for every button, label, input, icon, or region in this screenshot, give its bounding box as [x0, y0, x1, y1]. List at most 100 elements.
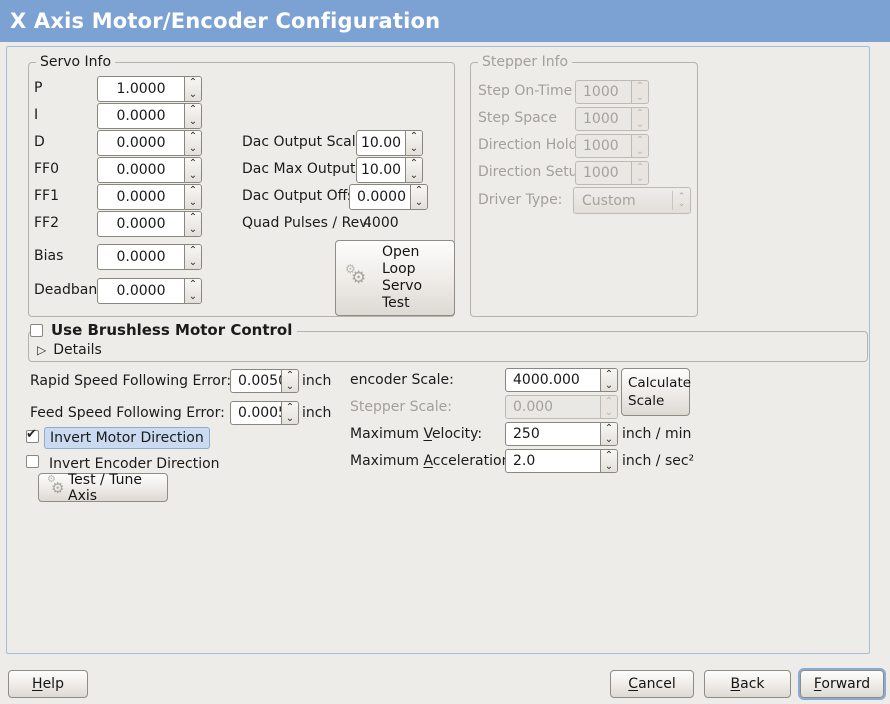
spin-up-icon[interactable]: ⌃ — [406, 158, 422, 170]
spin-down-icon[interactable]: ⌄ — [601, 461, 617, 472]
d-spinner[interactable]: ⌃⌄ — [184, 131, 201, 155]
use-brushless-label[interactable]: Use Brushless Motor Control — [51, 321, 292, 339]
maximum-velocity-spinner[interactable]: ⌃⌄ — [600, 423, 617, 445]
maximum-acceleration-spinbox[interactable]: ⌃⌄ — [505, 449, 618, 473]
details-label[interactable]: Details — [53, 342, 102, 358]
spin-down-icon[interactable]: ⌄ — [601, 434, 617, 445]
deadband-spinbox[interactable]: ⌃⌄ — [97, 278, 202, 304]
spin-up-icon[interactable]: ⌃ — [185, 212, 201, 224]
spin-down-icon[interactable]: ⌄ — [406, 170, 422, 182]
spin-up-icon[interactable]: ⌃ — [601, 369, 617, 380]
encoder-scale-input[interactable] — [506, 369, 600, 391]
feed-following-error-spinbox[interactable]: ⌃⌄ — [230, 401, 299, 425]
feed-following-error-spinner[interactable]: ⌃⌄ — [281, 402, 298, 424]
back-button[interactable]: Back — [704, 670, 791, 698]
dac-max-output-input[interactable] — [357, 158, 405, 182]
ff2-input[interactable] — [98, 212, 184, 236]
dac-output-offset-input[interactable] — [350, 185, 410, 209]
forward-button[interactable]: Forward — [800, 670, 884, 698]
invert-encoder-checkbox[interactable] — [26, 455, 39, 468]
spin-up-icon[interactable]: ⌃ — [601, 450, 617, 461]
test-tune-axis-label: Test / Tune Axis — [68, 472, 167, 504]
dac-output-offset-spinner[interactable]: ⌃⌄ — [410, 185, 427, 209]
i-spinner[interactable]: ⌃⌄ — [184, 104, 201, 128]
d-spinbox[interactable]: ⌃⌄ — [97, 130, 202, 156]
ff2-spinner[interactable]: ⌃⌄ — [184, 212, 201, 236]
spin-down-icon[interactable]: ⌄ — [185, 197, 201, 209]
spin-down-icon[interactable]: ⌄ — [185, 291, 201, 303]
p-input[interactable] — [98, 77, 184, 101]
p-spinner[interactable]: ⌃⌄ — [184, 77, 201, 101]
spin-up-icon[interactable]: ⌃ — [185, 279, 201, 291]
spin-down-icon[interactable]: ⌄ — [185, 116, 201, 128]
invert-motor-label[interactable]: Invert Motor Direction — [44, 427, 210, 449]
dac-output-scale-spinbox[interactable]: ⌃⌄ — [356, 130, 423, 156]
spin-up-icon[interactable]: ⌃ — [282, 370, 298, 381]
spin-up-icon[interactable]: ⌃ — [185, 131, 201, 143]
rapid-following-error-spinbox[interactable]: ⌃⌄ — [230, 369, 299, 393]
spin-up-icon[interactable]: ⌃ — [185, 158, 201, 170]
spin-down-icon[interactable]: ⌄ — [406, 143, 422, 155]
calculate-scale-button[interactable]: Calculate Scale — [621, 368, 690, 416]
spin-down-icon[interactable]: ⌄ — [282, 413, 298, 424]
encoder-scale-spinbox[interactable]: ⌃⌄ — [505, 368, 618, 392]
ff0-input[interactable] — [98, 158, 184, 182]
ff1-input[interactable] — [98, 185, 184, 209]
spin-up-icon[interactable]: ⌃ — [185, 245, 201, 257]
spin-down-icon[interactable]: ⌄ — [411, 197, 427, 209]
use-brushless-checkbox-row[interactable]: Use Brushless Motor Control — [30, 321, 297, 339]
ff1-spinner[interactable]: ⌃⌄ — [184, 185, 201, 209]
dac-output-scale-spinner[interactable]: ⌃⌄ — [405, 131, 422, 155]
invert-encoder-label[interactable]: Invert Encoder Direction — [49, 456, 220, 473]
ff1-spinbox[interactable]: ⌃⌄ — [97, 184, 202, 210]
deadband-input[interactable] — [98, 279, 184, 303]
invert-motor-checkbox[interactable]: ✔ — [26, 430, 39, 443]
bias-spinbox[interactable]: ⌃⌄ — [97, 244, 202, 270]
cancel-button[interactable]: Cancel — [610, 670, 694, 698]
details-expander[interactable]: ▷ Details — [37, 342, 102, 358]
dac-max-output-spinner[interactable]: ⌃⌄ — [405, 158, 422, 182]
ff2-spinbox[interactable]: ⌃⌄ — [97, 211, 202, 237]
use-brushless-checkbox[interactable] — [30, 324, 43, 337]
spin-down-icon: ⌄ — [632, 119, 648, 130]
ff0-spinner[interactable]: ⌃⌄ — [184, 158, 201, 182]
maximum-acceleration-input[interactable] — [506, 450, 600, 472]
ff0-spinbox[interactable]: ⌃⌄ — [97, 157, 202, 183]
spin-down-icon[interactable]: ⌄ — [185, 170, 201, 182]
spin-up-icon[interactable]: ⌃ — [601, 423, 617, 434]
label-maximum-velocity: Maximum Velocity: — [350, 426, 482, 443]
spin-down-icon[interactable]: ⌄ — [185, 224, 201, 236]
spin-down-icon[interactable]: ⌄ — [282, 381, 298, 392]
rapid-following-error-input[interactable] — [231, 370, 281, 392]
bias-spinner[interactable]: ⌃⌄ — [184, 245, 201, 269]
spin-down-icon[interactable]: ⌄ — [185, 89, 201, 101]
deadband-spinner[interactable]: ⌃⌄ — [184, 279, 201, 303]
maximum-velocity-input[interactable] — [506, 423, 600, 445]
maximum-acceleration-spinner[interactable]: ⌃⌄ — [600, 450, 617, 472]
spin-down-icon[interactable]: ⌄ — [185, 257, 201, 269]
i-spinbox[interactable]: ⌃⌄ — [97, 103, 202, 129]
i-input[interactable] — [98, 104, 184, 128]
spin-up-icon[interactable]: ⌃ — [411, 185, 427, 197]
spin-down-icon[interactable]: ⌄ — [601, 380, 617, 391]
spin-down-icon[interactable]: ⌄ — [185, 143, 201, 155]
spin-up-icon[interactable]: ⌃ — [185, 104, 201, 116]
test-tune-axis-button[interactable]: ⚙⚙ Test / Tune Axis — [38, 473, 168, 502]
encoder-scale-spinner[interactable]: ⌃⌄ — [600, 369, 617, 391]
d-input[interactable] — [98, 131, 184, 155]
dac-output-scale-input[interactable] — [357, 131, 405, 155]
help-button[interactable]: Help — [8, 670, 88, 698]
dac-output-offset-spinbox[interactable]: ⌃⌄ — [349, 184, 428, 210]
rapid-following-error-spinner[interactable]: ⌃⌄ — [281, 370, 298, 392]
bias-input[interactable] — [98, 245, 184, 269]
spin-up-icon[interactable]: ⌃ — [185, 77, 201, 89]
open-loop-servo-test-button[interactable]: ⚙⚙ Open Loop Servo Test — [335, 240, 455, 316]
spin-up-icon[interactable]: ⌃ — [282, 402, 298, 413]
dac-max-output-spinbox[interactable]: ⌃⌄ — [356, 157, 423, 183]
expander-triangle-icon[interactable]: ▷ — [37, 343, 46, 357]
feed-following-error-input[interactable] — [231, 402, 281, 424]
spin-up-icon[interactable]: ⌃ — [406, 131, 422, 143]
p-spinbox[interactable]: ⌃⌄ — [97, 76, 202, 102]
maximum-velocity-spinbox[interactable]: ⌃⌄ — [505, 422, 618, 446]
spin-up-icon[interactable]: ⌃ — [185, 185, 201, 197]
